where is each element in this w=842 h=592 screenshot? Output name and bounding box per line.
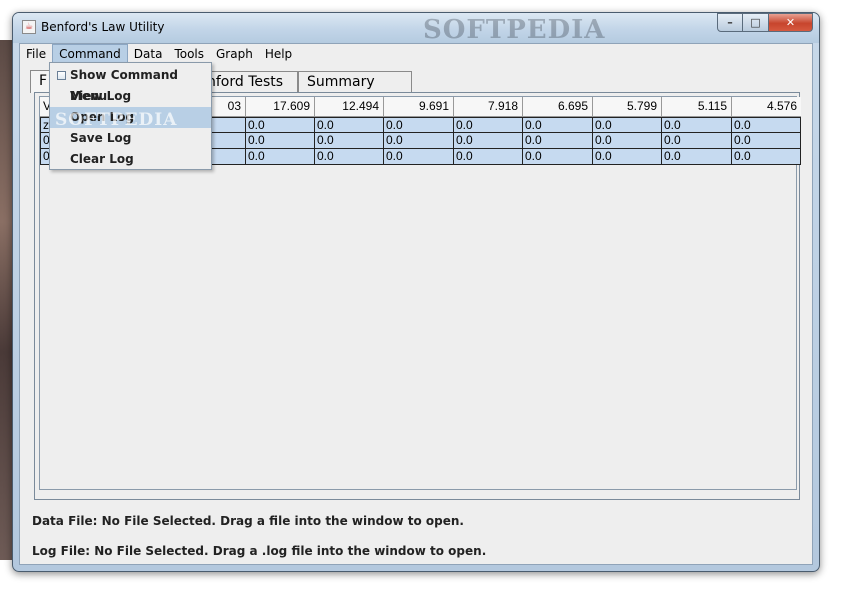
table-cell[interactable]: 0.0 (315, 133, 384, 149)
menu-command[interactable]: Command (52, 44, 128, 64)
maximize-button[interactable]: □ (743, 13, 769, 32)
table-cell[interactable]: 0.0 (315, 149, 384, 165)
minimize-button[interactable]: – (717, 13, 743, 32)
menu-file[interactable]: File (20, 44, 52, 64)
table-cell[interactable]: 0.0 (523, 117, 593, 133)
table-cell[interactable]: 0.0 (732, 149, 801, 165)
table-cell[interactable]: 0.0 (593, 149, 662, 165)
menu-help[interactable]: Help (259, 44, 298, 64)
window-title: Benford's Law Utility (41, 20, 165, 34)
menu-item-clear-log[interactable]: Clear Log (50, 149, 211, 170)
table-cell[interactable]: 0.0 (246, 133, 315, 149)
menu-graph[interactable]: Graph (210, 44, 259, 64)
menu-item-label: Clear Log (70, 152, 134, 166)
table-cell[interactable]: 0.0 (593, 117, 662, 133)
table-cell[interactable]: 0.0 (732, 133, 801, 149)
table-cell[interactable]: 0.0 (454, 117, 523, 133)
menu-item-save-log[interactable]: Save Log (50, 128, 211, 149)
title-bar[interactable]: ☕ Benford's Law Utility SOFTPEDIA – □ ✕ (13, 13, 819, 45)
column-header[interactable]: 6.695 (523, 97, 593, 117)
table-cell[interactable]: 0.0 (384, 133, 454, 149)
column-header[interactable]: 5.799 (593, 97, 662, 117)
window-controls: – □ ✕ (717, 13, 813, 33)
tab-summary-stats[interactable]: Summary Stats (298, 71, 412, 110)
data-file-status: Data File: No File Selected. Drag a file… (32, 514, 464, 528)
menu-item-label: View Log (70, 89, 132, 103)
menu-bar: File Command Data Tools Graph Help (20, 44, 812, 64)
table-cell[interactable]: 0.0 (662, 149, 732, 165)
menu-item-show-command-menu[interactable]: Show Command Menu (50, 65, 211, 103)
column-header[interactable]: 17.609 (246, 97, 315, 117)
table-cell[interactable]: 0.0 (384, 149, 454, 165)
softpedia-watermark-overlay: SOFTPEDIA (55, 110, 178, 130)
log-file-status: Log File: No File Selected. Drag a .log … (32, 544, 487, 558)
checkbox-icon[interactable] (57, 71, 66, 80)
menu-item-label: Save Log (70, 131, 132, 145)
column-header[interactable]: 5.115 (662, 97, 732, 117)
close-button[interactable]: ✕ (769, 13, 813, 32)
table-cell[interactable]: 0.0 (523, 149, 593, 165)
column-header[interactable]: 7.918 (454, 97, 523, 117)
table-cell[interactable]: 0.0 (454, 149, 523, 165)
column-header[interactable]: 9.691 (384, 97, 454, 117)
table-cell[interactable]: 0.0 (732, 117, 801, 133)
table-cell[interactable]: 0.0 (246, 117, 315, 133)
table-cell[interactable]: 0.0 (523, 133, 593, 149)
menu-data[interactable]: Data (128, 44, 169, 64)
table-cell[interactable]: 0.0 (662, 117, 732, 133)
table-cell[interactable]: 0.0 (454, 133, 523, 149)
table-cell[interactable]: 0.0 (662, 133, 732, 149)
menu-tools[interactable]: Tools (168, 44, 210, 64)
column-header[interactable]: 4.576 (732, 97, 801, 117)
table-cell[interactable]: 0.0 (593, 133, 662, 149)
table-cell[interactable]: 0.0 (315, 117, 384, 133)
softpedia-watermark: SOFTPEDIA (423, 15, 606, 45)
column-header[interactable]: 12.494 (315, 97, 384, 117)
tab-benford-tests[interactable]: nford Tests (202, 71, 298, 92)
menu-item-view-log[interactable]: View Log (50, 86, 211, 107)
table-cell[interactable]: 0.0 (246, 149, 315, 165)
java-cup-icon: ☕ (22, 20, 36, 34)
table-cell[interactable]: 0.0 (384, 117, 454, 133)
